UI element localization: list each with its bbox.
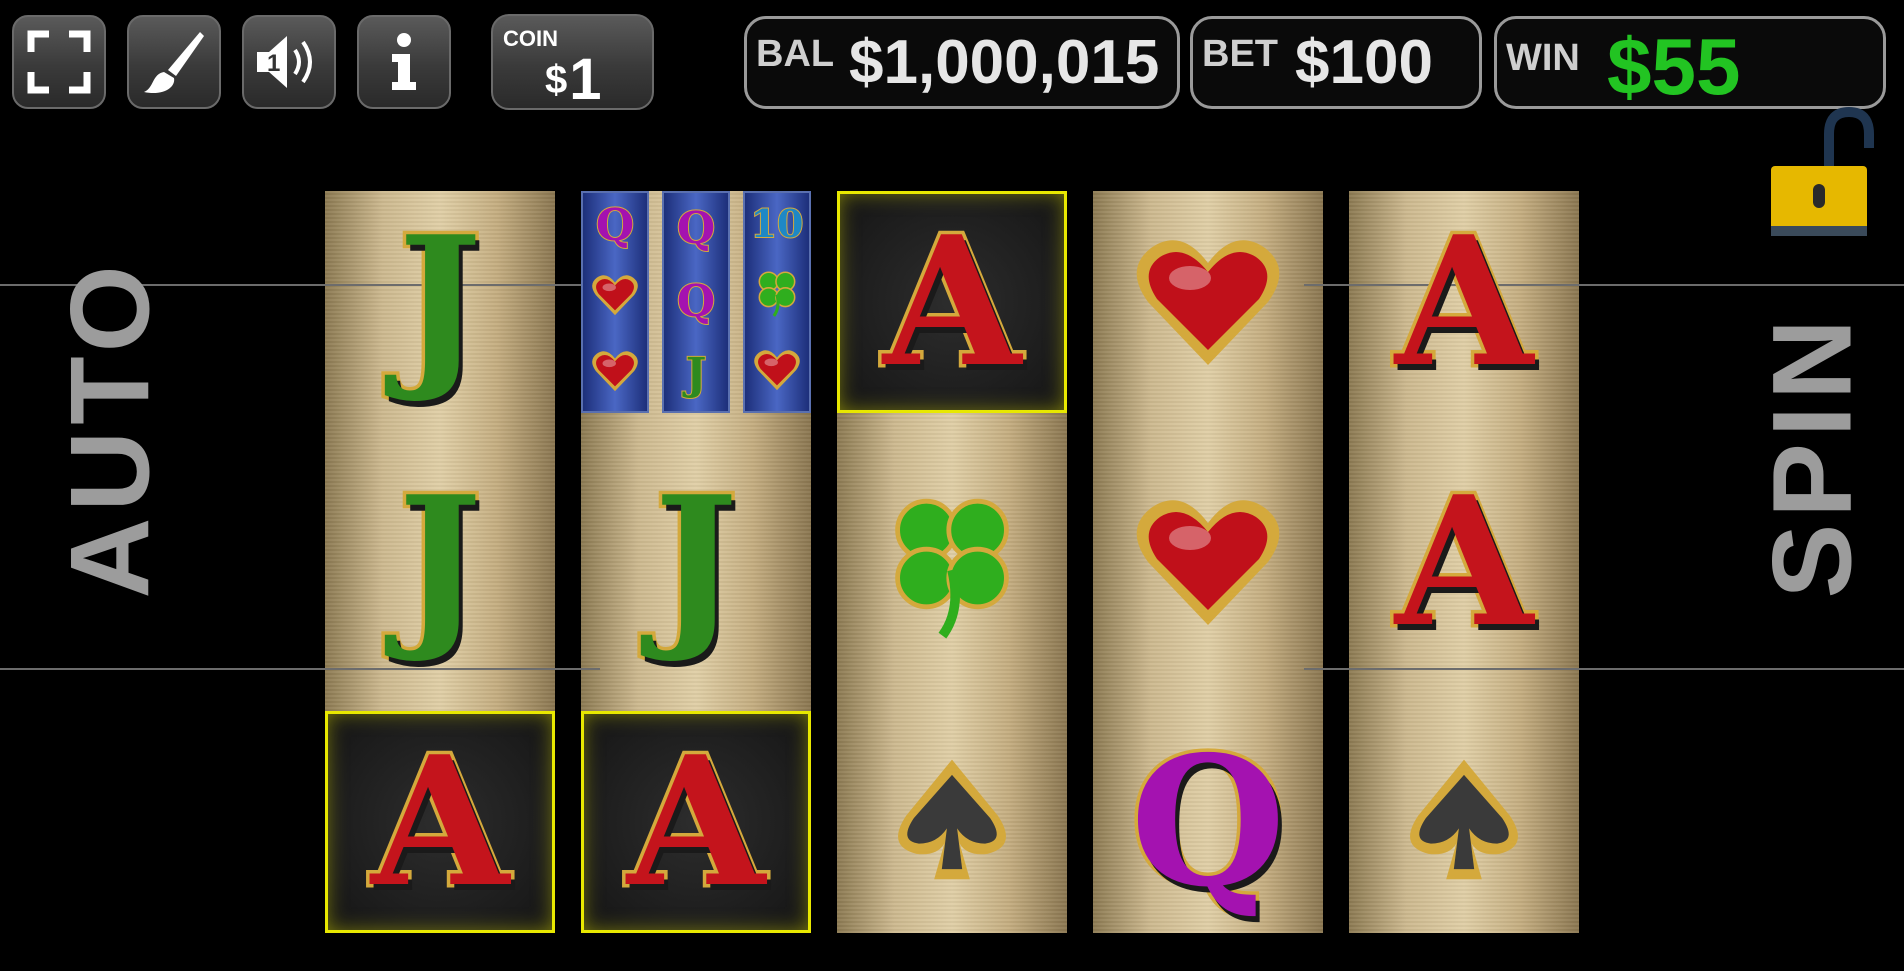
mini-symbol: Q <box>676 275 716 327</box>
mini-symbol <box>591 271 639 324</box>
win-meter: WIN $55 <box>1494 16 1886 111</box>
j-symbol: J <box>394 457 485 666</box>
heart-symbol <box>1093 451 1323 673</box>
bet-value: $100 <box>1295 28 1433 97</box>
bet-meter[interactable]: BET $100 <box>1190 16 1482 109</box>
mini-symbol: 10 <box>750 200 805 246</box>
mini-reel: 10 <box>743 191 811 413</box>
a-symbol: A <box>581 711 811 933</box>
speaker-icon: 1 <box>257 36 312 88</box>
mini-symbol: Q <box>676 203 716 255</box>
heart-symbol <box>1093 191 1323 413</box>
mini-symbol <box>591 347 639 400</box>
a-symbol: A <box>1391 457 1536 666</box>
auto-button[interactable]: AUTO <box>46 259 175 598</box>
coin-selector[interactable]: COIN $1 <box>491 14 654 112</box>
mini-symbol <box>753 346 801 399</box>
unlocked-padlock-icon[interactable] <box>1765 104 1875 244</box>
clover-symbol <box>837 451 1067 673</box>
win-label: WIN <box>1506 37 1580 79</box>
spade-symbol <box>1349 711 1579 933</box>
bet-label: BET <box>1202 33 1278 75</box>
mini-reel: Q <box>581 191 649 413</box>
mini-symbol: J <box>685 348 708 400</box>
spin-button[interactable]: SPIN <box>1748 313 1877 598</box>
info-button[interactable] <box>357 15 451 109</box>
balance-label: BAL <box>756 33 835 75</box>
a-symbol: A <box>1391 197 1536 406</box>
j-symbol: J <box>394 197 485 406</box>
balance-value: $1,000,015 <box>849 28 1160 97</box>
win-value: $55 <box>1607 22 1741 111</box>
brush-icon <box>144 32 204 94</box>
mini-reel: QQJ <box>662 191 730 413</box>
spade-symbol <box>837 711 1067 933</box>
sound-button[interactable]: 1 <box>242 15 336 109</box>
fullscreen-icon <box>27 30 91 94</box>
paint-button[interactable] <box>127 15 221 109</box>
coin-value: $1 <box>545 47 602 112</box>
a-symbol: A <box>325 711 555 933</box>
a-symbol: A <box>837 191 1067 413</box>
mini-symbol <box>751 266 803 323</box>
j-symbol: J <box>650 457 741 666</box>
balance-meter: BAL $1,000,015 <box>744 16 1180 109</box>
fullscreen-button[interactable] <box>12 15 106 109</box>
mini-symbol: Q <box>595 200 635 252</box>
sound-level: 1 <box>267 50 280 77</box>
q-symbol: Q <box>1127 717 1289 926</box>
info-icon <box>392 33 416 90</box>
